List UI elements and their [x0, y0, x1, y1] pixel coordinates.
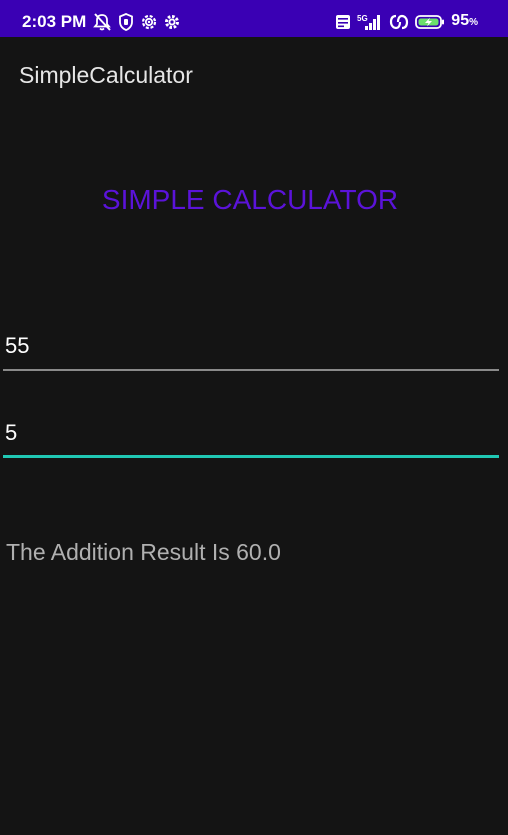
battery-percentage-value: 95: [451, 12, 470, 29]
volte-icon: [335, 14, 351, 30]
network-type-label: 5G: [357, 14, 368, 23]
notifications-off-icon: [92, 13, 112, 31]
battery-charging-icon: [415, 14, 445, 30]
status-icons-left: [92, 12, 180, 32]
result-text: The Addition Result Is 60.0: [6, 539, 281, 565]
status-time: 2:03 PM: [22, 12, 87, 31]
second-number-input[interactable]: [3, 418, 495, 448]
signal-icon: 5G: [357, 13, 383, 31]
app-title: SimpleCalculator: [19, 62, 193, 88]
first-number-input[interactable]: [3, 331, 495, 361]
first-number-underline: [3, 369, 499, 371]
status-bar: 2:03 PM 5G 95%: [0, 0, 508, 37]
second-number-field[interactable]: [3, 418, 499, 458]
hotspot-icon: [389, 13, 409, 31]
calculator-heading: SIMPLE CALCULATOR: [101, 184, 399, 215]
calculator-screen: 2:03 PM 5G 95% SimpleCalculator SIMPLE C…: [0, 0, 508, 835]
first-number-field[interactable]: [3, 331, 499, 371]
shield-hand-icon: [118, 13, 134, 31]
battery-percentage-suffix: %: [469, 17, 478, 28]
app-bar: SimpleCalculator: [0, 37, 508, 113]
status-icons-right: 5G 95%: [335, 12, 478, 32]
battery-percentage: 95%: [451, 11, 478, 33]
settings-cog-icon: [164, 14, 180, 30]
second-number-underline: [3, 455, 499, 458]
settings-gear-icon: [140, 13, 158, 31]
